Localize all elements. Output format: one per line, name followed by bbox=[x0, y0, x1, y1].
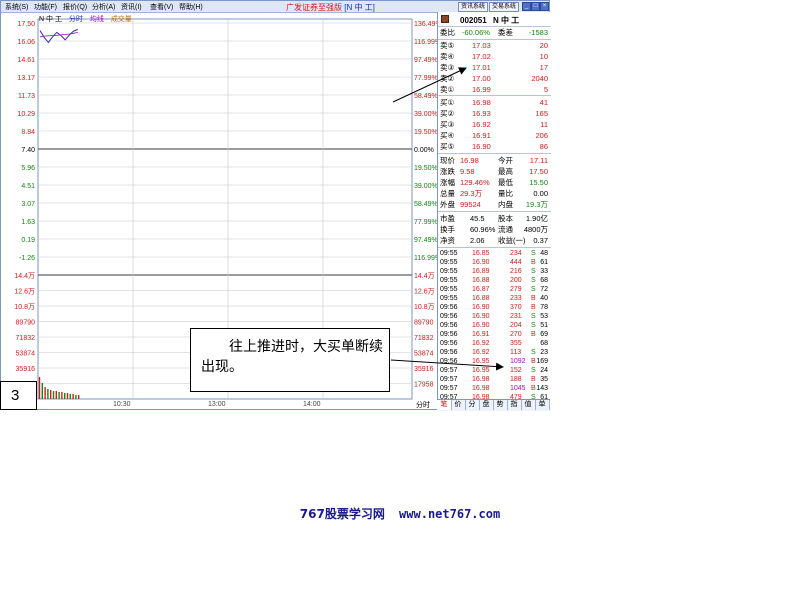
arrow-to-sell-order bbox=[392, 67, 467, 103]
footer: 767股票学习网 www.net767.com bbox=[0, 505, 800, 522]
arrow-to-big-buy-tick bbox=[390, 359, 504, 371]
footer-url[interactable]: www.net767.com bbox=[399, 507, 500, 521]
footer-site-name: 767股票学习网 bbox=[299, 507, 385, 521]
